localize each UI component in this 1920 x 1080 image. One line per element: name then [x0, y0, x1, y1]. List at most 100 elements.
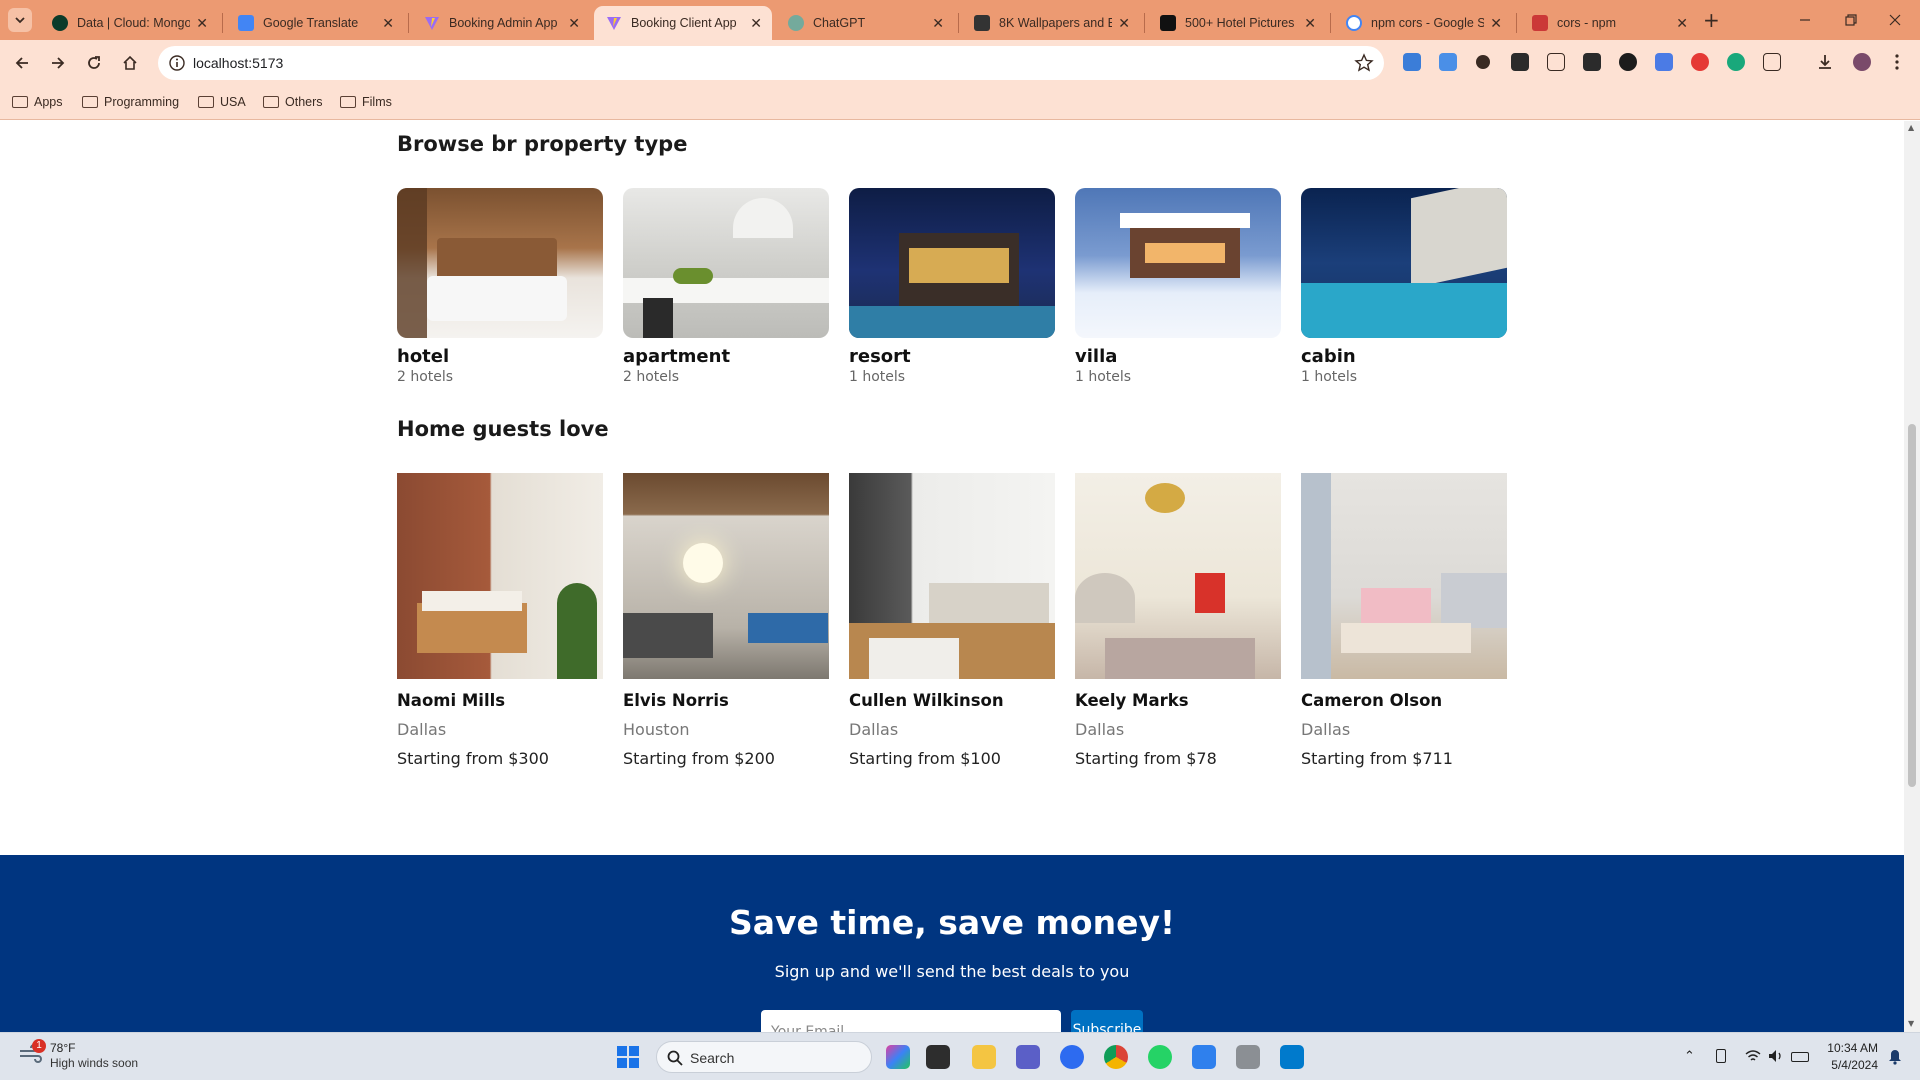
weather-widget[interactable]: 1 78°F High winds soon: [18, 1039, 138, 1070]
close-tab-icon[interactable]: ✕: [750, 15, 762, 32]
scroll-down-icon[interactable]: ▼: [1908, 1019, 1914, 1028]
property-type-name: cabin: [1301, 346, 1356, 367]
app-icon[interactable]: [1192, 1045, 1216, 1069]
tab-wallpapers[interactable]: 8K Wallpapers and Backgrounds ✕: [962, 6, 1140, 40]
property-photo: [623, 188, 829, 338]
file-explorer-icon[interactable]: [972, 1045, 996, 1069]
extension-red-icon[interactable]: [1691, 53, 1709, 71]
extensions-puzzle-icon[interactable]: [1763, 53, 1781, 71]
property-card-hotel[interactable]: hotel 2 hotels: [397, 188, 603, 385]
system-clock[interactable]: 10:34 AM 5/4/2024: [1810, 1041, 1878, 1072]
tab-google-translate[interactable]: Google Translate ✕: [226, 6, 404, 40]
property-photo: [849, 188, 1055, 338]
usb-device-icon[interactable]: [1716, 1049, 1726, 1063]
chrome-icon[interactable]: [1104, 1045, 1128, 1069]
tab-google-search[interactable]: npm cors - Google Search ✕: [1334, 6, 1512, 40]
bookmark-apps[interactable]: Apps: [12, 95, 63, 109]
wifi-icon[interactable]: [1745, 1049, 1761, 1067]
bookmark-films[interactable]: Films: [340, 95, 392, 109]
property-card-resort[interactable]: resort 1 hotels: [849, 188, 1055, 385]
property-card-cabin[interactable]: cabin 1 hotels: [1301, 188, 1507, 385]
new-tab-button[interactable]: +: [1703, 8, 1720, 32]
featured-home-card[interactable]: Keely Marks Dallas Starting from $78: [1075, 473, 1281, 768]
tab-booking-admin[interactable]: Booking Admin App ✕: [412, 6, 590, 40]
home-price: Starting from $100: [849, 749, 1001, 768]
property-card-apartment[interactable]: apartment 2 hotels: [623, 188, 829, 385]
bookmark-usa[interactable]: USA: [198, 95, 246, 109]
battery-icon[interactable]: [1791, 1052, 1809, 1062]
extension-ruler-icon[interactable]: [1547, 53, 1565, 71]
vscode-icon[interactable]: [1280, 1045, 1304, 1069]
start-button[interactable]: [616, 1045, 640, 1069]
address-bar[interactable]: localhost:5173: [158, 46, 1384, 80]
extension-docs-icon[interactable]: [1439, 53, 1457, 71]
profile-avatar[interactable]: [1853, 53, 1871, 71]
extension-hexagon-icon[interactable]: [1619, 53, 1637, 71]
bookmark-programming[interactable]: Programming: [82, 95, 179, 109]
close-tab-icon[interactable]: ✕: [196, 15, 208, 32]
tab-booking-client[interactable]: Booking Client App ✕: [594, 6, 772, 40]
zoom-icon[interactable]: [1060, 1045, 1084, 1069]
close-window-button[interactable]: [1872, 6, 1918, 34]
home-price: Starting from $200: [623, 749, 775, 768]
home-button[interactable]: [116, 49, 144, 77]
minimize-button[interactable]: [1782, 6, 1828, 34]
page-scrollbar[interactable]: ▲ ▼: [1904, 121, 1920, 1032]
tab-npm-cors[interactable]: cors - npm ✕: [1520, 6, 1698, 40]
extension-font-icon[interactable]: [1511, 53, 1529, 71]
close-tab-icon[interactable]: ✕: [1118, 15, 1130, 32]
taskbar-search[interactable]: Search: [656, 1041, 872, 1073]
featured-home-card[interactable]: Elvis Norris Houston Starting from $200: [623, 473, 829, 768]
email-input[interactable]: Your Email: [761, 1010, 1061, 1032]
close-tab-icon[interactable]: ✕: [1490, 15, 1502, 32]
featured-home-card[interactable]: Naomi Mills Dallas Starting from $300: [397, 473, 603, 768]
tab-chatgpt[interactable]: ChatGPT ✕: [776, 6, 954, 40]
property-type-count: 1 hotels: [1075, 369, 1132, 385]
close-tab-icon[interactable]: ✕: [382, 15, 394, 32]
google-translate-icon: [238, 15, 254, 31]
back-button[interactable]: [8, 49, 36, 77]
extension-tool-icon[interactable]: [1583, 53, 1601, 71]
property-type-count: 2 hotels: [623, 369, 680, 385]
tab-search-button[interactable]: [8, 8, 32, 32]
folder-icon: [12, 96, 28, 108]
copilot-icon[interactable]: [886, 1045, 910, 1069]
property-card-villa[interactable]: villa 1 hotels: [1075, 188, 1281, 385]
extension-grammarly-icon[interactable]: [1727, 53, 1745, 71]
task-view-icon[interactable]: [926, 1045, 950, 1069]
featured-home-card[interactable]: Cullen Wilkinson Dallas Starting from $1…: [849, 473, 1055, 768]
bookmark-star-icon[interactable]: [1354, 53, 1374, 77]
close-tab-icon[interactable]: ✕: [568, 15, 580, 32]
menu-kebab-icon[interactable]: [1888, 53, 1906, 71]
home-city: Dallas: [397, 720, 447, 739]
tab-separator: [1144, 13, 1145, 33]
close-tab-icon[interactable]: ✕: [932, 15, 944, 32]
volume-icon[interactable]: [1768, 1049, 1784, 1067]
forward-button[interactable]: [44, 49, 72, 77]
extension-google-translate-icon[interactable]: [1655, 53, 1673, 71]
featured-home-card[interactable]: Cameron Olson Dallas Starting from $711: [1301, 473, 1507, 768]
tab-mongodb[interactable]: Data | Cloud: MongoDB ✕: [40, 6, 218, 40]
scrollbar-thumb[interactable]: [1908, 424, 1916, 787]
property-photo: [1075, 188, 1281, 338]
minimize-icon: [1800, 19, 1810, 21]
bookmark-others[interactable]: Others: [263, 95, 323, 109]
extension-translate-icon[interactable]: [1403, 53, 1421, 71]
subscribe-button[interactable]: Subscribe: [1071, 1010, 1143, 1032]
close-tab-icon[interactable]: ✕: [1304, 15, 1316, 32]
extension-eyedropper-icon[interactable]: [1476, 55, 1490, 69]
close-tab-icon[interactable]: ✕: [1676, 15, 1688, 32]
chevron-up-icon[interactable]: ⌃: [1684, 1049, 1695, 1064]
site-info-icon[interactable]: [168, 54, 186, 76]
whatsapp-icon[interactable]: [1148, 1045, 1172, 1069]
notification-bell-icon[interactable]: [1888, 1049, 1902, 1069]
property-type-count: 2 hotels: [397, 369, 454, 385]
mail-app-icon[interactable]: [1236, 1045, 1260, 1069]
teams-icon[interactable]: [1016, 1045, 1040, 1069]
download-icon[interactable]: [1816, 53, 1834, 71]
scroll-up-icon[interactable]: ▲: [1908, 123, 1914, 132]
restore-button[interactable]: [1828, 6, 1874, 34]
reload-button[interactable]: [80, 49, 108, 77]
tab-hotel-pictures[interactable]: 500+ Hotel Pictures | ✕: [1148, 6, 1326, 40]
url-text: localhost:5173: [193, 55, 284, 71]
